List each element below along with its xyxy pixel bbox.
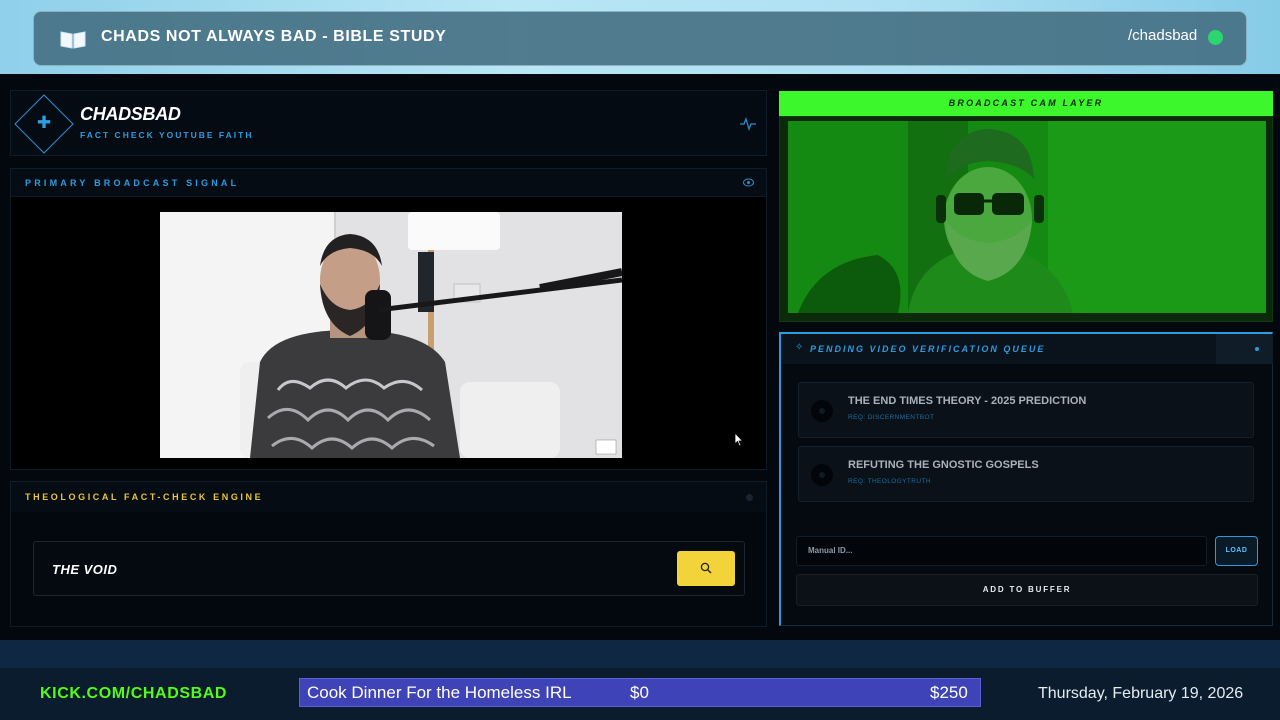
webcam-feed[interactable]: [788, 121, 1266, 313]
broadcast-video-frame: [160, 212, 622, 458]
stream-title: CHADS NOT ALWAYS BAD - BIBLE STUDY: [101, 28, 447, 45]
current-date: Thursday, February 19, 2026: [1038, 685, 1244, 702]
kick-url: KICK.COM/CHADSBAD: [40, 685, 228, 702]
channel-handle: /chadsbad: [1128, 27, 1198, 44]
queue-item-title: REFUTING THE GNOSTIC GOSPELS: [848, 459, 1039, 471]
bottom-band: [0, 640, 1280, 668]
record-disc-icon: [811, 464, 833, 486]
queue-item-requester: REQ: THEOLOGYTRUTH: [848, 478, 931, 485]
donation-goal-title: Cook Dinner For the Homeless IRL: [307, 683, 572, 702]
fact-check-label: THEOLOGICAL FACT-CHECK ENGINE: [25, 492, 264, 502]
load-button[interactable]: LOAD: [1215, 536, 1258, 566]
queue-label: PENDING VIDEO VERIFICATION QUEUE: [810, 344, 1046, 354]
add-to-buffer-button[interactable]: ADD TO BUFFER: [796, 574, 1258, 606]
manual-id-placeholder: Manual ID...: [808, 546, 853, 555]
pulse-icon: [740, 117, 756, 131]
queue-item-title: THE END TIMES THEORY - 2025 PREDICTION: [848, 395, 1087, 407]
queue-item[interactable]: THE END TIMES THEORY - 2025 PREDICTION R…: [798, 382, 1254, 438]
broadcast-video[interactable]: [160, 212, 622, 458]
sparkle-icon: ✧: [795, 342, 804, 353]
manual-id-input[interactable]: [796, 536, 1207, 566]
search-icon: [700, 562, 712, 574]
mouse-cursor-icon: [734, 432, 744, 447]
fact-check-input[interactable]: [33, 541, 745, 596]
live-indicator-dot: [1208, 30, 1223, 45]
queue-status-dot: [1255, 347, 1259, 351]
queue-item-requester: REQ: DISCERNMENTBOT: [848, 414, 935, 421]
open-book-icon: [60, 31, 86, 49]
fact-check-input-value[interactable]: THE VOID: [52, 562, 117, 577]
fact-check-status-dot: [746, 494, 753, 501]
brand-tagline: FACT CHECK YOUTUBE FAITH: [80, 130, 254, 140]
stream-overlay: CHADS NOT ALWAYS BAD - BIBLE STUDY /chad…: [0, 0, 1280, 720]
queue-item[interactable]: REFUTING THE GNOSTIC GOSPELS REQ: THEOLO…: [798, 446, 1254, 502]
fact-check-search-button[interactable]: [677, 551, 735, 586]
plus-diamond-icon: ✚: [36, 113, 52, 133]
brand-name: CHADSBAD: [80, 104, 181, 124]
queue-header-tab[interactable]: [1216, 334, 1273, 364]
donation-goal-current: $0: [630, 683, 649, 702]
eye-icon: [743, 178, 754, 187]
webcam-feed-frame: [788, 121, 1266, 313]
record-disc-icon: [811, 400, 833, 422]
broadcast-label: PRIMARY BROADCAST SIGNAL: [25, 178, 240, 188]
cam-layer-label: BROADCAST CAM LAYER: [948, 98, 1104, 108]
donation-goal-target: $250: [930, 683, 968, 702]
